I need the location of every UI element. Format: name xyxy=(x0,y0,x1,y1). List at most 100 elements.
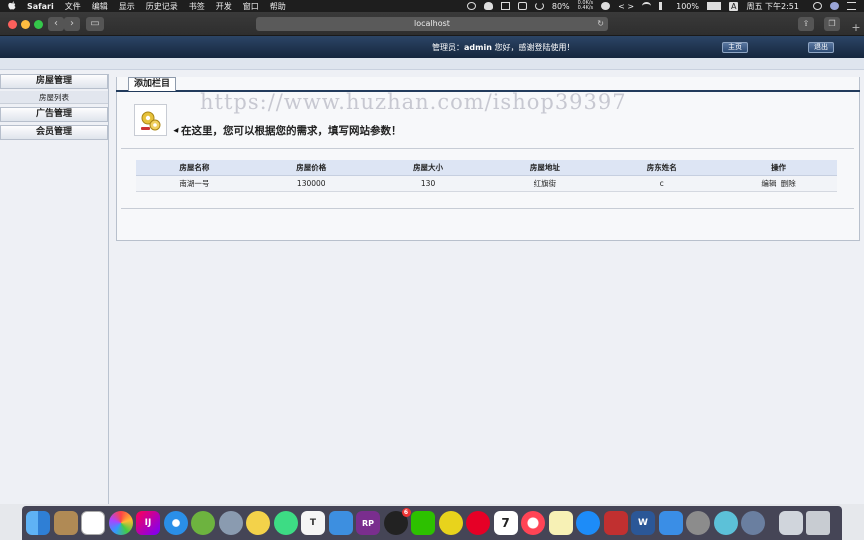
logout-button[interactable]: 退出 xyxy=(808,42,834,53)
divider-bottom xyxy=(121,208,854,209)
menu-file[interactable]: 文件 xyxy=(65,1,81,12)
remote-desktop-icon[interactable] xyxy=(603,511,628,535)
network-icon[interactable] xyxy=(741,511,765,535)
net-down: 0.4K/s xyxy=(577,5,594,11)
address-bar[interactable]: localhost ↻ xyxy=(256,17,608,31)
close-window-button[interactable] xyxy=(8,20,17,29)
code-icon[interactable]: < > xyxy=(618,2,634,11)
admin-name: admin xyxy=(464,43,492,52)
menu-window[interactable]: 窗口 xyxy=(243,1,259,12)
fan-icon[interactable] xyxy=(713,511,738,535)
qq-icon[interactable]: 6 xyxy=(383,508,411,535)
apple-menu-icon[interactable] xyxy=(8,0,16,12)
spotlight-icon[interactable] xyxy=(813,2,822,10)
forward-button[interactable]: › xyxy=(64,17,80,31)
launchpad-icon[interactable] xyxy=(218,511,243,535)
content-panel xyxy=(116,77,860,241)
intro-text: 在这里，您可以根据您的需求，填写网站参数！ xyxy=(181,125,402,137)
wifi-icon[interactable] xyxy=(642,2,652,10)
minimize-window-button[interactable] xyxy=(21,20,30,29)
preview-icon[interactable] xyxy=(778,511,803,535)
menu-view[interactable]: 显示 xyxy=(119,1,135,12)
record-icon[interactable] xyxy=(466,2,476,10)
screen-icon[interactable] xyxy=(500,2,510,10)
appstore-icon[interactable] xyxy=(576,511,600,535)
siri-icon[interactable] xyxy=(830,2,839,10)
menu-bar: Safari 文件 编辑 显示 历史记录 书签 开发 窗口 帮助 80% 0.0… xyxy=(0,0,864,12)
table-row: 南湖一号 130000 130 红旗街 c 编辑 删除 xyxy=(136,175,837,192)
col-house-name: 房屋名称 xyxy=(136,160,253,176)
header-strip xyxy=(0,58,864,70)
android-icon[interactable] xyxy=(273,511,298,535)
sync-icon[interactable] xyxy=(534,2,544,10)
menu-history[interactable]: 历史记录 xyxy=(146,1,178,12)
safari-icon[interactable] xyxy=(163,511,188,535)
stickies-icon[interactable] xyxy=(548,511,573,535)
intellij-icon[interactable]: IJ xyxy=(136,511,160,535)
col-house-price: 房屋价格 xyxy=(252,160,370,176)
sidebar-toggle-icon[interactable]: ▭ xyxy=(86,17,104,31)
cell-owner: c xyxy=(603,175,721,192)
textedit-icon[interactable]: T xyxy=(301,511,325,535)
notes-icon[interactable] xyxy=(53,511,78,535)
welcome-suffix: 您好，感谢登陆使用！ xyxy=(491,43,575,52)
back-button[interactable]: ‹ xyxy=(48,17,64,31)
photos-icon[interactable] xyxy=(108,511,133,535)
keynote-icon[interactable] xyxy=(658,511,683,535)
itunes-icon[interactable] xyxy=(521,511,545,535)
battery-percent-2: 100% xyxy=(676,1,699,11)
trash-icon[interactable] xyxy=(806,511,830,535)
reload-icon[interactable]: ↻ xyxy=(597,17,604,31)
system-prefs-icon[interactable] xyxy=(686,511,710,535)
clock[interactable]: 周五 下午2:51 xyxy=(746,1,799,12)
share-icon[interactable]: ⇪ xyxy=(798,17,814,31)
sidebar-section-members[interactable]: 会员管理 xyxy=(0,125,108,140)
notification-center-icon[interactable] xyxy=(847,2,856,10)
zoom-window-button[interactable] xyxy=(34,20,43,29)
word-icon[interactable]: W xyxy=(631,511,655,535)
divider xyxy=(121,148,854,149)
sidebar-section-house[interactable]: 房屋管理 xyxy=(0,74,108,89)
menu-edit[interactable]: 编辑 xyxy=(92,1,108,12)
wechat-status-icon[interactable] xyxy=(601,2,611,10)
lemon-icon[interactable] xyxy=(438,511,463,535)
battery-percent: 80% xyxy=(551,1,570,11)
new-tab-icon[interactable]: + xyxy=(848,20,864,36)
browser-toolbar: ‹ › ▭ localhost ↻ ⇪ ❐ xyxy=(0,12,864,36)
web-page: 管理员：admin 您好，感谢登陆使用！ 主页 退出 房屋管理 房屋列表 广告管… xyxy=(0,36,864,504)
menu-develop[interactable]: 开发 xyxy=(216,1,232,12)
cell-actions: 编辑 删除 xyxy=(720,175,837,192)
wechat-icon[interactable] xyxy=(411,511,435,535)
axure-icon[interactable]: RP xyxy=(356,511,380,535)
spring-icon[interactable] xyxy=(191,511,215,535)
tab-overview-icon[interactable]: ❐ xyxy=(824,17,840,31)
netease-music-icon[interactable] xyxy=(466,511,490,535)
dock: IJ T RP 6 7 W xyxy=(22,506,842,540)
panel-tab-title: 添加栏目 xyxy=(128,77,177,91)
address-text: localhost xyxy=(414,19,450,28)
calendar-icon[interactable]: 7 xyxy=(493,511,518,535)
menu-help[interactable]: 帮助 xyxy=(270,1,286,12)
col-house-size: 房屋大小 xyxy=(369,160,487,176)
edit-link[interactable]: 编辑 xyxy=(761,179,776,188)
menu-bookmarks[interactable]: 书签 xyxy=(189,1,205,12)
input-source[interactable]: A xyxy=(729,1,739,11)
sidebar: 房屋管理 房屋列表 广告管理 会员管理 xyxy=(0,74,109,504)
sidebar-section-ads[interactable]: 广告管理 xyxy=(0,107,108,122)
lock-icon[interactable] xyxy=(517,2,527,10)
sidebar-item-house-list[interactable]: 房屋列表 xyxy=(0,91,108,104)
col-house-address: 房屋地址 xyxy=(486,160,604,176)
volume-icon[interactable] xyxy=(659,2,668,10)
col-owner-name: 房东姓名 xyxy=(603,160,721,176)
duck-icon[interactable] xyxy=(246,511,270,535)
home-button[interactable]: 主页 xyxy=(722,42,748,53)
xcode-icon[interactable] xyxy=(328,511,353,535)
qq-status-icon[interactable] xyxy=(483,2,493,10)
menu-safari[interactable]: Safari xyxy=(27,2,54,11)
delete-link[interactable]: 删除 xyxy=(781,179,796,188)
reminders-icon[interactable] xyxy=(81,511,105,535)
cell-name: 南湖一号 xyxy=(136,175,253,192)
qq-badge: 6 xyxy=(401,508,411,517)
admin-header: 管理员：admin 您好，感谢登陆使用！ 主页 退出 xyxy=(0,36,864,58)
finder-icon[interactable] xyxy=(26,511,50,535)
